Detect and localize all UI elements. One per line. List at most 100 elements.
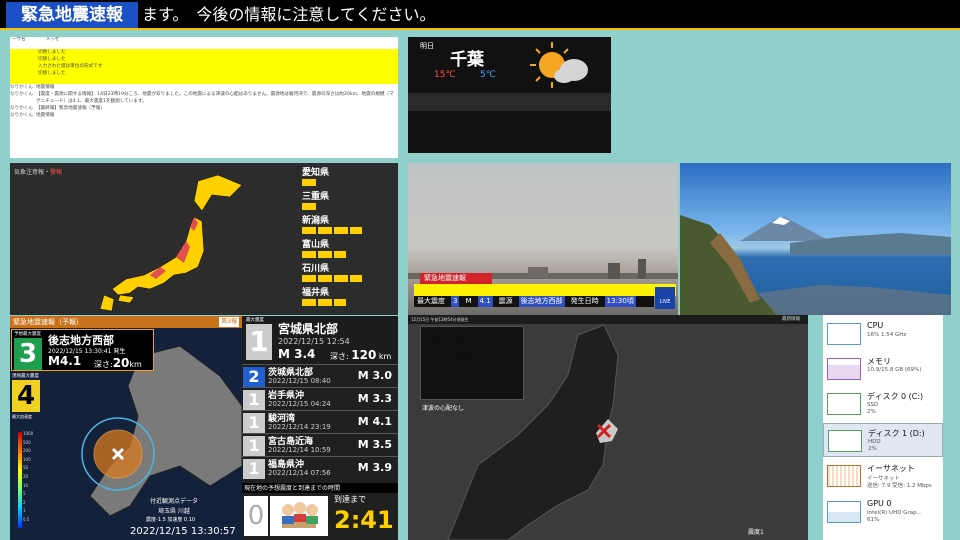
local-predicted-intensity: 0 bbox=[244, 496, 268, 536]
banner-mag-label: M bbox=[465, 297, 472, 305]
resource-ethernet[interactable]: イーサネット イーサネット 送信: 7.9 受信: 1.2 Mbps bbox=[823, 459, 943, 493]
resource-disk1[interactable]: ディスク 1 (D:) HDD 2% bbox=[823, 423, 943, 457]
latest-intensity: 1 bbox=[246, 324, 272, 360]
banner-time-label: 発生日時 bbox=[570, 297, 599, 305]
resource-title: ディスク 1 (D:) bbox=[868, 429, 925, 438]
until-label: 到達まで bbox=[334, 495, 366, 504]
scale-tick: 2 bbox=[23, 499, 26, 505]
quake-corner-label: 最新情報 bbox=[782, 317, 800, 322]
fuji-scene bbox=[680, 215, 951, 315]
row-intensity: 1 bbox=[243, 459, 265, 479]
highlight-line: 切替しました bbox=[38, 71, 66, 76]
scale-ticks: 1000 500 200 100 50 20 10 5 2 1 0.5 bbox=[23, 430, 33, 525]
predicted-intensity: 3 bbox=[14, 338, 42, 370]
eew-summary-box: 予想最大震度 3 後志地方西部 2022/12/15 13:30:41 発生 M… bbox=[11, 329, 154, 371]
scale-tick: 200 bbox=[23, 448, 31, 454]
tsunami-notice: 津波の心配なし bbox=[422, 405, 465, 412]
log-header: ーザ名 メッセ bbox=[10, 37, 398, 43]
history-row[interactable]: 2 茨城県北部 2022/12/15 08:40 M 3.0 bbox=[242, 364, 398, 387]
alert-badge bbox=[302, 275, 362, 282]
latest-quake: 最大震度 1 宮城県北部 2022/12/15 12:54 M 3.4 深さ: … bbox=[242, 316, 398, 364]
log-row: なりかくん 地震情報 bbox=[10, 112, 398, 119]
resource-sub: 16% 1.54 GHz bbox=[867, 332, 907, 338]
resource-sub: SSD bbox=[867, 402, 879, 408]
log-row: なりかくん 【最終報】緊急地震速報（予報） bbox=[10, 105, 398, 112]
eew-panel: 緊急地震速報（予報） 第3報 予想最大震度 3 後志地方西部 2022/12/1… bbox=[10, 316, 242, 540]
weather-city: 千葉 bbox=[450, 50, 484, 70]
row-intensity: 1 bbox=[243, 436, 265, 456]
station-label: 付近観測点データ bbox=[150, 498, 199, 505]
log-text: 【最終報】緊急地震速報（予報） bbox=[36, 106, 105, 111]
banner-int: 3 bbox=[451, 296, 460, 307]
scale-tick: 0.5 bbox=[23, 516, 30, 522]
scale-tick: 100 bbox=[23, 456, 31, 462]
family-illustration bbox=[270, 496, 328, 536]
resource-sub2: 2% bbox=[867, 409, 876, 415]
alert-map-title-prefix: 気象注意報 bbox=[14, 169, 45, 176]
prefecture-label: 愛知県 bbox=[302, 168, 330, 178]
countdown-timer: 2:41 bbox=[334, 506, 394, 534]
cpu-graph bbox=[827, 323, 861, 345]
resource-memory[interactable]: メモリ 10.9/15.8 GB (69%) bbox=[823, 352, 943, 386]
latest-depth-unit: km bbox=[378, 352, 392, 361]
latest-label: 最大震度 bbox=[246, 318, 264, 323]
highlighted-messages: 切替しました 切替しました 入力された値は単位の形式です 切替しました bbox=[10, 49, 398, 84]
weather-low: 5℃ bbox=[480, 70, 496, 80]
quake-magnitude: マグニチュード:3.4 bbox=[430, 365, 484, 372]
resource-sub: Intel(R) UHD Grap... bbox=[867, 510, 922, 516]
latest-depth-label: 深さ: bbox=[330, 352, 349, 361]
log-sender: なりかくん bbox=[10, 92, 33, 97]
banner-time: 13:30頃 bbox=[604, 296, 636, 307]
weather-high: 15℃ bbox=[434, 70, 456, 80]
quake-max-intensity: 最大震度1 bbox=[426, 333, 488, 348]
eew-timestamp: 2022/12/15 13:30:57 bbox=[130, 526, 236, 537]
highlight-line: 切替しました bbox=[38, 57, 66, 62]
resource-monitor: CPU 16% 1.54 GHz メモリ 10.9/15.8 GB (69%) … bbox=[823, 315, 943, 540]
top-ticker-bar: 緊急地震速報 ます。 今後の情報に注意してください。 bbox=[0, 0, 960, 30]
chat-log-panel: ーザ名 メッセ 切替しました 切替しました 入力された値は単位の形式です 切替し… bbox=[10, 37, 398, 158]
predicted-int-label: 予想最大震度 bbox=[14, 332, 41, 337]
resource-title: イーサネット bbox=[867, 464, 915, 473]
resource-title: GPU 0 bbox=[867, 499, 892, 508]
quake-location: 震源:宮城県北部 bbox=[436, 355, 481, 362]
acceleration-scale: 最大加速度 1000 500 200 100 50 20 10 5 2 1 0.… bbox=[12, 414, 34, 532]
quake-header: 12月15日 午前12時54分頃発生 bbox=[408, 315, 808, 324]
log-text: 地震情報 bbox=[36, 85, 55, 90]
latest-mag: M 3.4 bbox=[278, 347, 316, 361]
weather-day: 明日 bbox=[420, 42, 434, 50]
row-time: 2022/12/15 08:40 bbox=[268, 377, 331, 385]
prefecture-label: 新潟県 bbox=[302, 216, 330, 226]
scale-tick: 20 bbox=[23, 473, 29, 479]
resource-disk0[interactable]: ディスク 0 (C:) SSD 2% bbox=[823, 387, 943, 421]
history-row[interactable]: 1 宮古島近海 2022/12/14 10:59 M 3.5 bbox=[242, 433, 398, 456]
quake-info-map: 12月15日 午前12時54分頃発生 最新情報 最大震度1 震源:宮城県北部 マ… bbox=[408, 315, 808, 540]
scale-label: 最大加速度 bbox=[12, 414, 32, 419]
alert-badge bbox=[302, 251, 346, 258]
scale-tick: 5 bbox=[23, 491, 26, 497]
history-row[interactable]: 1 駿河湾 2022/12/14 23:19 M 4.1 bbox=[242, 410, 398, 433]
live-camera-city: 緊急地震速報 最大震度 3 M 4.1 震源 後志地方西部 発生日時 13:30… bbox=[408, 163, 678, 315]
banner-int-label: 最大震度 bbox=[417, 297, 445, 305]
countdown-label: 現在地の予想震度と到達までの時間 bbox=[242, 483, 398, 493]
memory-graph bbox=[827, 358, 861, 380]
history-row[interactable]: 1 岩手県沖 2022/12/15 04:24 M 3.3 bbox=[242, 387, 398, 410]
banner-title: 緊急地震速報 bbox=[420, 273, 492, 284]
latest-place: 宮城県北部 bbox=[278, 322, 339, 336]
quake-legend: 震度1 bbox=[748, 529, 764, 536]
history-row[interactable]: 1 福島県沖 2022/12/14 07:56 M 3.9 bbox=[242, 456, 398, 479]
scale-tick: 1000 bbox=[23, 431, 34, 436]
eew-tag: 緊急地震速報 bbox=[6, 2, 138, 28]
weather-band bbox=[408, 93, 611, 111]
log-header-message: メッセ bbox=[45, 37, 60, 42]
log-header-user: ーザ名 bbox=[12, 37, 26, 42]
banner-area-label: 震源 bbox=[498, 297, 513, 305]
row-time: 2022/12/15 04:24 bbox=[268, 400, 331, 408]
scale-tick: 1 bbox=[23, 508, 26, 514]
resource-cpu[interactable]: CPU 16% 1.54 GHz bbox=[823, 317, 943, 351]
quake-depth: 深さ:120km bbox=[438, 376, 473, 383]
highlight-line: 入力された値は単位の形式です bbox=[38, 64, 103, 69]
row-intensity: 1 bbox=[243, 413, 265, 433]
row-mag: M 4.1 bbox=[357, 415, 392, 428]
resource-gpu[interactable]: GPU 0 Intel(R) UHD Grap... 61% bbox=[823, 495, 943, 529]
log-row: なりかくん 【震度・震源に関する情報】 14日23時19分ころ、地震がありました。… bbox=[10, 91, 398, 105]
